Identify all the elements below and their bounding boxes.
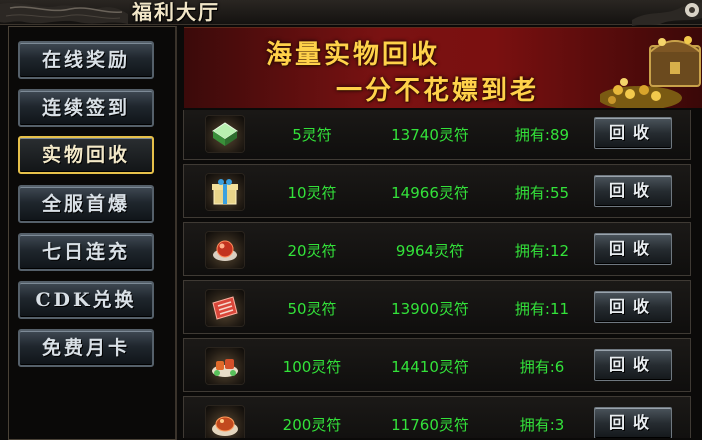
recycle-button[interactable]: 回收: [594, 407, 672, 438]
reward-value: 11760灵符: [391, 416, 469, 434]
sidebar-item-label: 全服首爆: [41, 193, 130, 215]
gift-box-item-icon: [206, 174, 244, 210]
owned-count: 拥有:89: [514, 126, 570, 144]
list-item: 50灵符 13900灵符 拥有:11 回收: [183, 280, 691, 334]
reward-value: 14410灵符: [391, 358, 469, 376]
list-item: 200灵符 11760灵符 拥有:3 回收: [183, 396, 691, 438]
food-platter-item-icon: [206, 348, 244, 384]
red-orb-item-icon: [206, 232, 244, 268]
promo-banner: 海量实物回收 一分不花嫖到老: [184, 27, 702, 108]
cost-value: 200灵符: [282, 416, 342, 434]
sidebar-item-label: 实物回收: [41, 144, 130, 166]
recycle-button[interactable]: 回收: [594, 233, 672, 265]
sidebar-item-label: 七日连充: [41, 241, 130, 263]
sidebar-item-label: CDK兑换: [35, 289, 137, 311]
reward-value: 9964灵符: [395, 242, 465, 260]
reward-value: 13900灵符: [391, 300, 469, 318]
treasure-chest-icon: [600, 36, 701, 108]
sidebar-item-online-reward[interactable]: 在线奖励: [18, 41, 154, 79]
cost-value: 50灵符: [287, 300, 337, 318]
owned-count: 拥有:6: [519, 358, 565, 376]
cost-value: 5灵符: [292, 126, 332, 144]
list-item: 5灵符 13740灵符 拥有:89 回收: [183, 110, 691, 160]
green-jade-item-icon: [206, 116, 244, 152]
sidebar-item-seven-day-recharge[interactable]: 七日连充: [18, 233, 154, 271]
recycle-button[interactable]: 回收: [594, 291, 672, 323]
banner-headline: 海量实物回收: [266, 40, 441, 70]
title-bar: 福利大厅: [0, 0, 702, 26]
recycle-button[interactable]: 回收: [594, 175, 672, 207]
banner-subheadline: 一分不花嫖到老: [336, 76, 540, 106]
sidebar-item-item-recycle[interactable]: 实物回收: [18, 136, 154, 174]
sidebar-item-server-first-drop[interactable]: 全服首爆: [18, 185, 154, 223]
list-item: 20灵符 9964灵符 拥有:12 回收: [183, 222, 691, 276]
sidebar-item-daily-signin[interactable]: 连续签到: [18, 89, 154, 127]
sidebar-item-free-monthly-card[interactable]: 免费月卡: [18, 329, 154, 367]
list-item: 100灵符 14410灵符 拥有:6 回收: [183, 338, 691, 392]
sidebar-item-label: 在线奖励: [41, 49, 130, 71]
sidebar-item-cdk-exchange[interactable]: CDK兑换: [18, 281, 154, 319]
red-scroll-item-icon: [206, 290, 244, 326]
cost-value: 100灵符: [282, 358, 342, 376]
owned-count: 拥有:12: [514, 242, 570, 260]
recycle-list[interactable]: 5灵符 13740灵符 拥有:89 回收 10灵符 14966灵符 拥有:55 …: [183, 110, 691, 438]
sidebar-item-label: 连续签到: [41, 97, 130, 119]
sidebar-item-label: 免费月卡: [41, 337, 130, 359]
recycle-button[interactable]: 回收: [594, 349, 672, 381]
reward-value: 14966灵符: [391, 184, 469, 202]
cost-value: 10灵符: [287, 184, 337, 202]
owned-count: 拥有:3: [519, 416, 565, 434]
dragon-ornament-icon: [632, 2, 702, 26]
owned-count: 拥有:11: [514, 300, 570, 318]
window-title: 福利大厅: [132, 0, 220, 24]
recycle-button[interactable]: 回收: [594, 117, 672, 149]
roast-dish-item-icon: [206, 406, 244, 438]
reward-value: 13740灵符: [391, 126, 469, 144]
cost-value: 20灵符: [287, 242, 337, 260]
list-item: 10灵符 14966灵符 拥有:55 回收: [183, 164, 691, 218]
owned-count: 拥有:55: [514, 184, 570, 202]
